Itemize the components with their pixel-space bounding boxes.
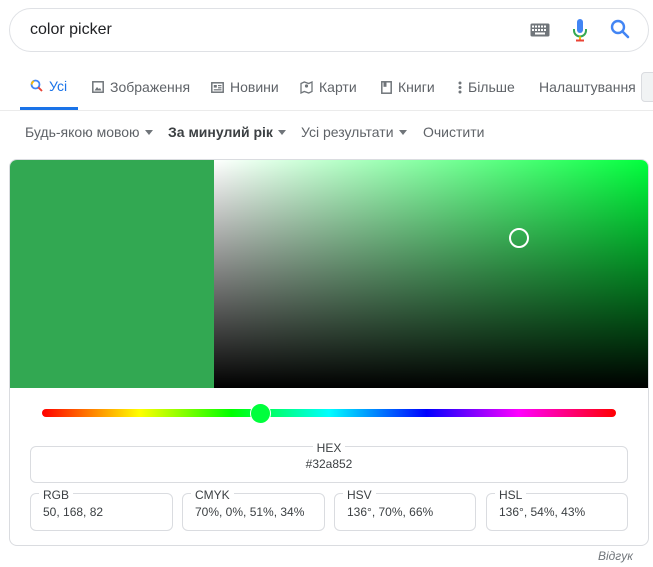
microphone-icon[interactable] (572, 19, 588, 48)
hsl-input[interactable] (499, 505, 624, 519)
rgb-input[interactable] (43, 505, 168, 519)
tab-news[interactable]: Новини (211, 64, 279, 110)
hsl-label: HSL (495, 488, 527, 502)
color-picker-card: HEX RGB CMYK HSV HSL (9, 159, 649, 546)
tab-label: Зображення (110, 79, 191, 95)
filter-language[interactable]: Будь-якою мовою (25, 124, 153, 140)
search-filters: Будь-якою мовою За минулий рік Усі резул… (0, 114, 653, 152)
search-input[interactable] (30, 19, 510, 41)
tab-more[interactable]: Більше (458, 64, 515, 110)
tab-all[interactable]: Усі (20, 64, 78, 110)
tab-settings[interactable]: Налаштування (539, 64, 636, 110)
news-icon (211, 81, 224, 93)
image-icon (92, 81, 104, 93)
caret-down-icon (398, 129, 407, 135)
hex-label: HEX (312, 441, 346, 455)
tab-label: Карти (319, 79, 357, 95)
filter-results[interactable]: Усі результати (301, 124, 407, 140)
color-swatch (10, 160, 214, 388)
search-box[interactable] (9, 8, 649, 52)
tab-label: Налаштування (539, 79, 636, 95)
hex-input[interactable] (31, 457, 627, 471)
tab-label: Усі (49, 77, 68, 94)
tab-label: Книги (398, 79, 435, 95)
caret-down-icon (144, 129, 153, 135)
hue-slider[interactable] (42, 409, 616, 417)
tab-images[interactable]: Зображення (92, 64, 190, 110)
rgb-field: RGB (30, 488, 173, 531)
more-vert-icon (458, 81, 462, 93)
cmyk-label: CMYK (191, 488, 234, 502)
hsv-label: HSV (343, 488, 376, 502)
search-icon (30, 79, 43, 92)
caret-down-icon (277, 129, 286, 135)
rgb-label: RGB (39, 488, 74, 502)
tab-label: Більше (468, 79, 515, 95)
tab-books[interactable]: Книги (381, 64, 435, 110)
filter-clear[interactable]: Очистити (423, 124, 484, 140)
tools-button[interactable] (641, 72, 653, 102)
book-icon (381, 80, 392, 94)
hue-slider-handle[interactable] (250, 403, 272, 424)
hsv-input[interactable] (347, 505, 472, 519)
hex-field: HEX (30, 441, 628, 483)
feedback-link[interactable]: Відгук (598, 549, 633, 563)
keyboard-icon[interactable] (530, 23, 550, 42)
cmyk-field: CMYK (182, 488, 325, 531)
filter-time[interactable]: За минулий рік (168, 124, 286, 140)
tab-label: Новини (230, 79, 279, 95)
hsv-field: HSV (334, 488, 476, 531)
search-tabs: Усі Зображення Новини Карти Книги Більше… (0, 64, 653, 111)
hsl-field: HSL (486, 488, 628, 531)
search-button-icon[interactable] (610, 19, 630, 46)
saturation-value-handle[interactable] (509, 227, 530, 248)
saturation-value-area[interactable] (214, 160, 648, 388)
cmyk-input[interactable] (195, 505, 320, 519)
tab-maps[interactable]: Карти (300, 64, 357, 110)
map-icon (300, 80, 313, 94)
